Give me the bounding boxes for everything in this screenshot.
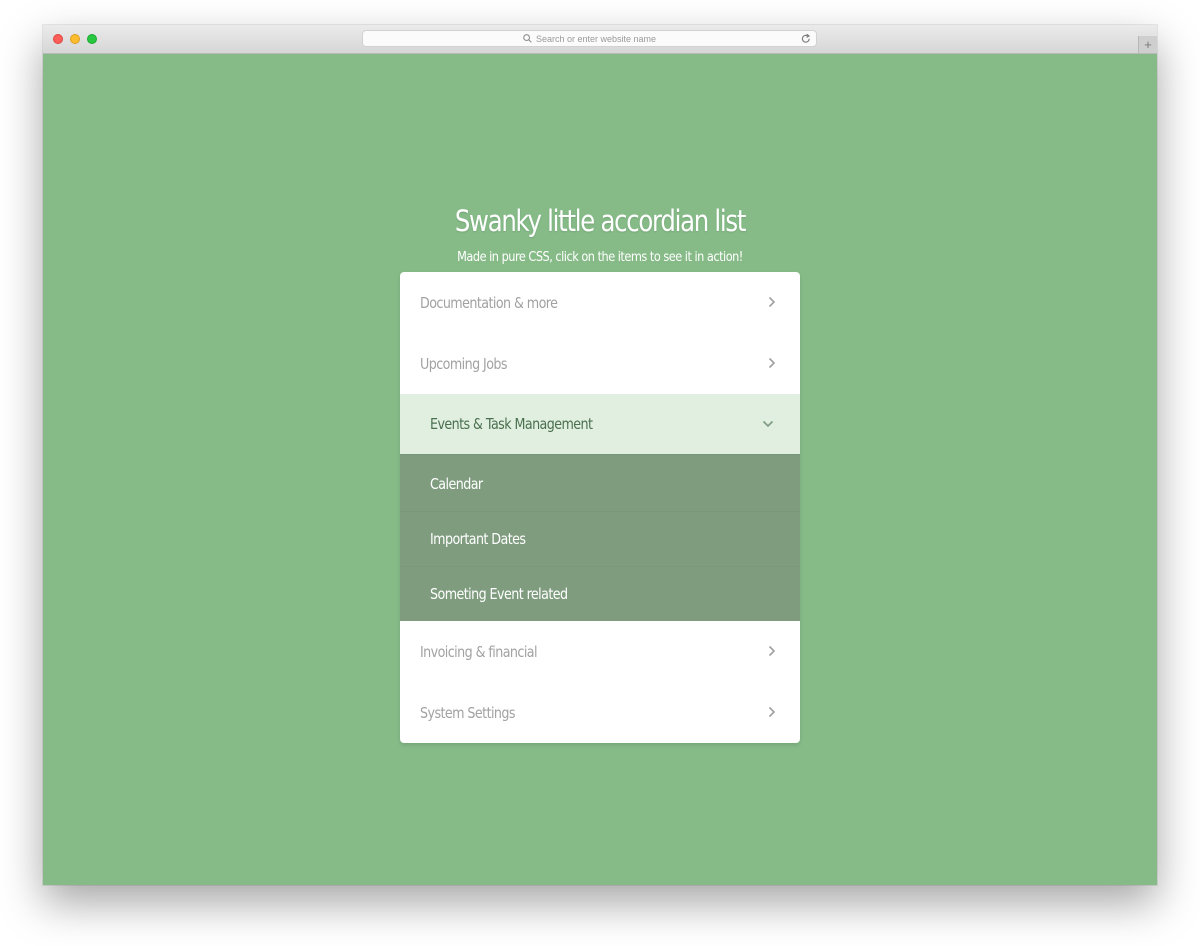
- accordion-item-events-task-management[interactable]: Events & Task Management: [400, 394, 800, 455]
- close-window-button[interactable]: [53, 34, 63, 44]
- chevron-right-icon: [768, 296, 776, 308]
- accordion-item-label: System Settings: [420, 703, 516, 722]
- window-controls: [53, 34, 97, 44]
- page-content: Swanky little accordian list Made in pur…: [43, 54, 1157, 885]
- zoom-window-button[interactable]: [87, 34, 97, 44]
- new-tab-button[interactable]: +: [1138, 36, 1157, 53]
- accordion-list: Documentation & more Upcoming Jobs Event…: [400, 272, 800, 743]
- chevron-right-icon: [768, 706, 776, 718]
- browser-titlebar: Search or enter website name +: [43, 25, 1157, 54]
- search-icon: [523, 34, 532, 43]
- accordion-item-label: Upcoming Jobs: [420, 354, 508, 373]
- chevron-right-icon: [768, 645, 776, 657]
- chevron-right-icon: [768, 357, 776, 369]
- accordion-item-label: Events & Task Management: [430, 415, 593, 433]
- accordion-item-label: Documentation & more: [420, 293, 558, 312]
- submenu-item-important-dates[interactable]: Important Dates: [400, 511, 800, 566]
- accordion-item-documentation[interactable]: Documentation & more: [400, 272, 800, 333]
- chevron-down-icon: [762, 420, 774, 428]
- reload-icon[interactable]: [801, 33, 811, 44]
- submenu-item-calendar[interactable]: Calendar: [400, 455, 800, 511]
- accordion-submenu: Calendar Important Dates Someting Event …: [400, 455, 800, 621]
- address-bar[interactable]: Search or enter website name: [362, 30, 817, 47]
- submenu-item-label: Someting Event related: [430, 585, 568, 603]
- page-subtitle: Made in pure CSS, click on the items to …: [457, 249, 743, 265]
- accordion-item-label: Invoicing & financial: [420, 642, 538, 661]
- submenu-item-label: Important Dates: [430, 530, 526, 548]
- minimize-window-button[interactable]: [70, 34, 80, 44]
- browser-window: Search or enter website name + Swanky li…: [43, 25, 1157, 885]
- plus-icon: +: [1144, 37, 1152, 52]
- address-placeholder: Search or enter website name: [535, 33, 657, 44]
- page-title: Swanky little accordian list: [454, 204, 747, 238]
- accordion-item-system-settings[interactable]: System Settings: [400, 682, 800, 743]
- accordion-item-invoicing[interactable]: Invoicing & financial: [400, 621, 800, 682]
- submenu-item-label: Calendar: [430, 475, 483, 493]
- submenu-item-event-related[interactable]: Someting Event related: [400, 566, 800, 621]
- accordion-item-upcoming-jobs[interactable]: Upcoming Jobs: [400, 333, 800, 394]
